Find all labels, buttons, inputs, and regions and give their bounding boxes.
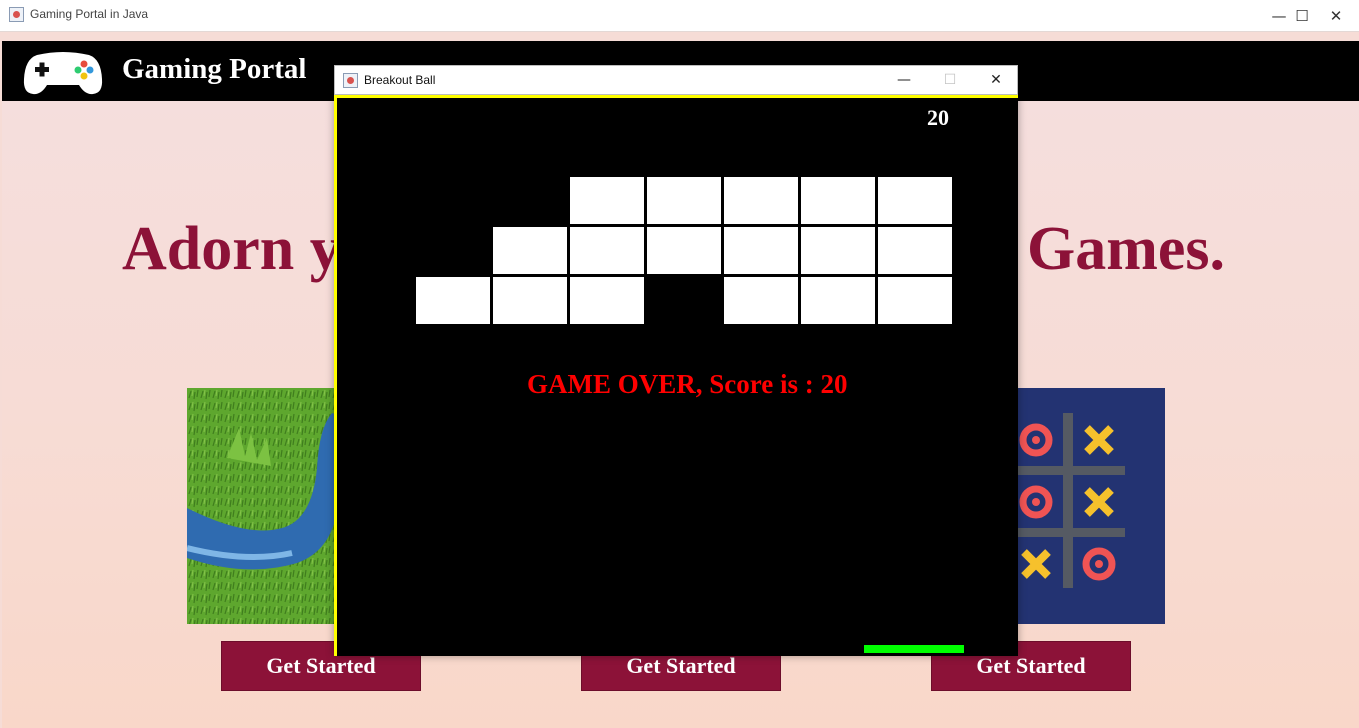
breakout-window: Breakout Ball — ☐ ✕ 20 GAME OVER, Score … xyxy=(334,65,1018,656)
breakout-minimize-button[interactable]: — xyxy=(881,66,927,94)
brick xyxy=(801,177,875,224)
breakout-game-canvas[interactable]: 20 GAME OVER, Score is : 20 xyxy=(334,95,1018,656)
app-title: Gaming Portal xyxy=(122,53,307,85)
brick xyxy=(570,177,644,224)
brick xyxy=(801,277,875,324)
brick xyxy=(647,227,721,274)
window-titlebar: Gaming Portal in Java — ☐ ✕ xyxy=(0,0,1359,32)
gamepad-icon xyxy=(23,52,103,95)
brick xyxy=(570,277,644,324)
brick xyxy=(724,227,798,274)
brick xyxy=(878,277,952,324)
java-app-icon xyxy=(343,73,358,88)
headline-right: Games. xyxy=(1027,215,1226,283)
brick xyxy=(801,227,875,274)
breakout-close-button[interactable]: ✕ xyxy=(973,66,1019,94)
brick xyxy=(493,277,567,324)
window-close-button[interactable]: ✕ xyxy=(1313,0,1359,31)
headline-left: Adorn y xyxy=(122,215,341,283)
brick xyxy=(647,177,721,224)
brick xyxy=(878,227,952,274)
window-title: Gaming Portal in Java xyxy=(30,7,149,21)
game-over-message: GAME OVER, Score is : 20 xyxy=(527,369,848,399)
brick xyxy=(570,227,644,274)
breakout-maximize-button: ☐ xyxy=(943,72,957,88)
score-display: 20 xyxy=(927,105,949,130)
brick xyxy=(493,227,567,274)
brick xyxy=(416,277,490,324)
breakout-window-title: Breakout Ball xyxy=(364,73,436,87)
paddle xyxy=(864,645,964,653)
brick xyxy=(724,177,798,224)
brick xyxy=(878,177,952,224)
brick xyxy=(724,277,798,324)
breakout-titlebar: Breakout Ball — ☐ ✕ xyxy=(334,65,1018,95)
java-app-icon xyxy=(9,7,24,22)
